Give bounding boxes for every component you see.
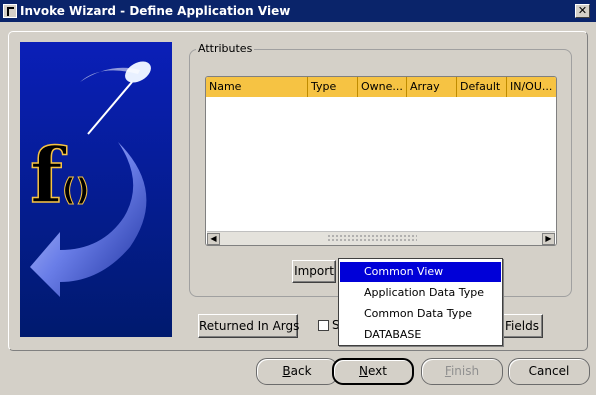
horizontal-scrollbar[interactable]: ◀ ▶ — [207, 231, 555, 245]
function-logo-image: f () — [20, 42, 172, 337]
column-header-in-out[interactable]: IN/OU... — [507, 77, 556, 97]
logo-parens-glyph: () — [62, 173, 89, 208]
checkbox[interactable] — [318, 320, 329, 331]
import-dropdown-menu: Common View Application Data Type Common… — [338, 258, 503, 346]
scrollbar-thumb[interactable] — [327, 234, 417, 242]
attributes-table[interactable]: Name Type Owne... Array Default IN/OU...… — [205, 76, 557, 246]
back-mnemonic: B — [282, 364, 291, 378]
next-label: ext — [368, 364, 387, 378]
column-header-default[interactable]: Default — [457, 77, 507, 97]
close-button[interactable]: ✕ — [575, 4, 590, 18]
menu-item-common-data-type[interactable]: Common Data Type — [340, 304, 501, 324]
import-button[interactable]: Import — [292, 260, 336, 283]
attributes-label: Attributes — [196, 42, 255, 55]
scroll-right-icon[interactable]: ▶ — [542, 233, 555, 245]
column-header-owner[interactable]: Owne... — [358, 77, 407, 97]
returned-in-args-button[interactable]: Returned In Args — [198, 314, 299, 338]
column-header-type[interactable]: Type — [308, 77, 358, 97]
finish-label: inish — [450, 364, 480, 378]
window-title: Invoke Wizard - Define Application View — [20, 4, 291, 18]
menu-item-database[interactable]: DATABASE — [340, 325, 501, 345]
menu-item-application-data-type[interactable]: Application Data Type — [340, 283, 501, 303]
menu-item-common-view[interactable]: Common View — [340, 262, 501, 282]
finish-button[interactable]: Finish — [421, 358, 503, 385]
attributes-table-header: Name Type Owne... Array Default IN/OU... — [206, 77, 556, 97]
column-header-name[interactable]: Name — [206, 77, 308, 97]
title-bar: Invoke Wizard - Define Application View … — [0, 0, 596, 22]
cancel-button[interactable]: Cancel — [508, 358, 590, 385]
back-button[interactable]: Back — [256, 358, 338, 385]
app-icon — [3, 4, 17, 18]
column-header-array[interactable]: Array — [407, 77, 457, 97]
next-mnemonic: N — [359, 364, 368, 378]
fields-button[interactable]: Fields — [501, 314, 543, 338]
back-label: ack — [290, 364, 312, 378]
next-button[interactable]: Next — [332, 358, 414, 385]
scroll-left-icon[interactable]: ◀ — [207, 233, 220, 245]
